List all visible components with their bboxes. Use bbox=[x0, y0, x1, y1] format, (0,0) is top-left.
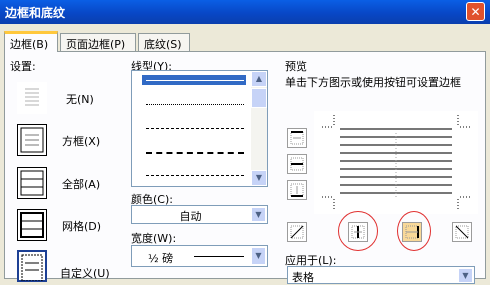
width-line-sample bbox=[194, 256, 244, 257]
close-icon: ✕ bbox=[470, 5, 481, 19]
line-style-list[interactable]: ▲ ▼ bbox=[131, 70, 268, 187]
tab-shading[interactable]: 底纹(S) bbox=[138, 33, 190, 51]
inside-vertical-border-icon bbox=[351, 225, 365, 239]
setting-none-label[interactable]: 无(N) bbox=[66, 91, 94, 107]
right-border-button[interactable] bbox=[402, 222, 422, 242]
window-title: 边框和底纹 bbox=[5, 6, 66, 20]
inside-horizontal-border-icon bbox=[290, 157, 304, 171]
tab-borders-label: 边框(B) bbox=[10, 38, 49, 51]
setting-custom-icon[interactable] bbox=[17, 250, 47, 282]
scroll-down-icon[interactable]: ▼ bbox=[251, 170, 267, 186]
bottom-border-button[interactable] bbox=[287, 180, 307, 200]
preview-area[interactable] bbox=[314, 111, 478, 214]
color-select[interactable]: 自动 ▼ bbox=[131, 205, 268, 224]
width-select[interactable]: ½ 磅 ▼ bbox=[131, 245, 268, 267]
close-button[interactable]: ✕ bbox=[466, 2, 485, 21]
setting-none-icon[interactable] bbox=[17, 82, 47, 114]
top-border-button[interactable] bbox=[287, 128, 307, 148]
top-border-icon bbox=[290, 131, 304, 145]
tab-shading-label: 底纹(S) bbox=[144, 38, 182, 51]
apply-to-value: 表格 bbox=[292, 271, 314, 284]
title-bar: 边框和底纹 ✕ bbox=[0, 0, 490, 24]
setting-grid-icon[interactable] bbox=[17, 209, 47, 241]
scroll-thumb[interactable] bbox=[251, 88, 267, 108]
line-style-solid[interactable] bbox=[146, 80, 244, 81]
setting-box-label[interactable]: 方框(X) bbox=[62, 133, 100, 149]
tab-page-border[interactable]: 页面边框(P) bbox=[60, 33, 136, 51]
inside-vertical-border-button[interactable] bbox=[348, 222, 368, 242]
setting-box-icon[interactable] bbox=[17, 124, 47, 156]
line-style-scrollbar[interactable]: ▲ ▼ bbox=[251, 71, 267, 186]
bottom-border-icon bbox=[290, 183, 304, 197]
diagonal-up-border-button[interactable] bbox=[452, 222, 472, 242]
line-style-dashed-short[interactable] bbox=[146, 128, 244, 129]
preview-heading: 预览 bbox=[285, 60, 307, 73]
diagonal-up-border-icon bbox=[455, 225, 469, 239]
setting-all-icon[interactable] bbox=[17, 167, 47, 199]
line-style-dash-dot[interactable] bbox=[146, 175, 244, 176]
scroll-up-icon[interactable]: ▲ bbox=[251, 71, 267, 87]
preview-instruction: 单击下方图示或使用按钮可设置边框 bbox=[285, 76, 461, 89]
chevron-down-icon[interactable]: ▼ bbox=[251, 247, 266, 265]
chevron-down-icon[interactable]: ▼ bbox=[458, 268, 473, 283]
width-value: ½ 磅 bbox=[148, 252, 174, 265]
diagonal-down-border-icon bbox=[290, 225, 304, 239]
tab-borders[interactable]: 边框(B) bbox=[4, 31, 58, 52]
apply-to-select[interactable]: 表格 ▼ bbox=[287, 266, 475, 284]
inside-horizontal-border-button[interactable] bbox=[287, 154, 307, 174]
settings-heading: 设置: bbox=[10, 60, 36, 73]
line-style-dotted[interactable] bbox=[146, 104, 244, 105]
setting-all-label[interactable]: 全部(A) bbox=[62, 176, 100, 192]
width-label: 宽度(W): bbox=[131, 232, 177, 245]
color-value: 自动 bbox=[179, 210, 202, 223]
line-style-dashed-long[interactable] bbox=[146, 152, 244, 154]
right-border-icon bbox=[405, 225, 419, 239]
chevron-down-icon[interactable]: ▼ bbox=[251, 207, 266, 222]
tab-page-border-label: 页面边框(P) bbox=[66, 38, 126, 51]
diagonal-down-border-button[interactable] bbox=[287, 222, 307, 242]
setting-grid-label[interactable]: 网格(D) bbox=[62, 218, 101, 234]
